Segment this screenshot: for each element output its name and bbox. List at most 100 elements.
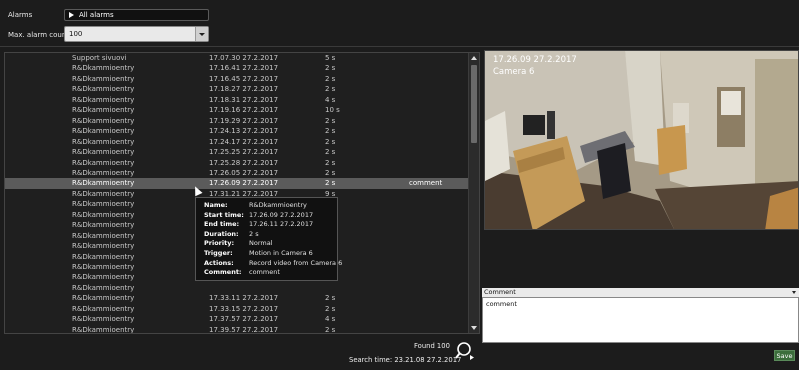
alarm-time-cell: 17.24.13 27.2.2017: [209, 127, 279, 136]
found-count: Found 100: [414, 342, 450, 350]
search-time: Search time: 23.21.08 27.2.2017: [349, 356, 462, 364]
scroll-down-icon[interactable]: [471, 326, 477, 330]
alarm-name-cell: R&Dkammioentry: [72, 252, 135, 261]
scroll-thumb[interactable]: [471, 65, 477, 143]
alarm-duration-cell: 2 s: [325, 158, 336, 167]
alarm-duration-cell: 2 s: [325, 294, 336, 303]
alarm-time-cell: 17.39.57 27.2.2017: [209, 325, 279, 334]
alarm-name-cell: R&Dkammioentry: [72, 127, 135, 136]
alarm-duration-cell: 2 s: [325, 304, 336, 313]
tooltip-comment-value: comment: [249, 268, 280, 277]
alarm-duration-cell: 2 s: [325, 116, 336, 125]
alarm-time-cell: 17.19.29 27.2.2017: [209, 116, 279, 125]
table-row[interactable]: R&Dkammioentry 17.24.13 27.2.2017 2 s: [5, 126, 469, 137]
table-row[interactable]: R&Dkammioentry 17.39.57 27.2.2017 2 s: [5, 325, 469, 334]
tooltip-comment-label: Comment:: [204, 268, 242, 277]
tooltip-trigger-label: Trigger:: [204, 248, 233, 257]
alarm-time-cell: 17.33.11 27.2.2017: [209, 294, 279, 303]
save-button[interactable]: Save: [774, 350, 795, 361]
max-alarm-count-select[interactable]: 100: [64, 26, 209, 42]
table-row[interactable]: R&Dkammioentry 17.16.41 27.2.2017 2 s: [5, 63, 469, 74]
alarm-list[interactable]: R&Dkammioentry17.41.05 27.2.20172 sR&Dka…: [4, 52, 480, 334]
table-row[interactable]: Support sivuovi 17.07.30 27.2.2017 5 s: [5, 53, 469, 64]
alarm-duration-cell: 2 s: [325, 85, 336, 94]
tooltip-priority-label: Priority:: [204, 239, 235, 248]
alarm-name-cell: R&Dkammioentry: [72, 304, 135, 313]
alarm-name-cell: R&Dkammioentry: [72, 64, 135, 73]
alarm-duration-cell: 10 s: [325, 106, 340, 115]
max-alarm-count-value: 100: [69, 30, 83, 38]
alarm-name-cell: R&Dkammioentry: [72, 158, 135, 167]
table-row[interactable]: R&Dkammioentry 17.19.16 27.2.2017 10 s: [5, 105, 469, 116]
alarm-name-cell: R&Dkammioentry: [72, 325, 135, 334]
table-row[interactable]: R&Dkammioentry 17.25.25 27.2.2017 2 s: [5, 147, 469, 158]
tooltip-priority-value: Normal: [249, 239, 273, 248]
alarms-filter-select[interactable]: All alarms: [64, 9, 209, 21]
alarm-name-cell: R&Dkammioentry: [72, 85, 135, 94]
table-row[interactable]: R&Dkammioentry 17.26.09 27.2.2017 2 s comme…: [5, 178, 469, 189]
alarm-time-cell: 17.25.28 27.2.2017: [209, 158, 279, 167]
alarm-name-cell: R&Dkammioentry: [72, 74, 135, 83]
alarm-duration-cell: 2 s: [325, 137, 336, 146]
dropdown-button[interactable]: [195, 27, 208, 41]
divider: [0, 46, 799, 47]
video-camera-name: Camera 6: [493, 67, 535, 77]
alarm-time-cell: 17.37.57 27.2.2017: [209, 315, 279, 324]
list-scrollbar[interactable]: [468, 53, 479, 333]
alarm-name-cell: Support sivuovi: [72, 54, 127, 62]
table-row[interactable]: R&Dkammioentry: [5, 283, 469, 294]
camera-scene: [485, 51, 798, 229]
table-row[interactable]: R&Dkammioentry 17.24.17 27.2.2017 2 s: [5, 137, 469, 148]
alarm-duration-cell: 2 s: [325, 148, 336, 157]
scroll-up-icon[interactable]: [471, 56, 477, 60]
alarm-duration-cell: 2 s: [325, 127, 336, 136]
tooltip-end-value: 17.26.11 27.2.2017: [249, 220, 314, 229]
table-row[interactable]: R&Dkammioentry 17.18.27 27.2.2017 2 s: [5, 84, 469, 95]
table-row[interactable]: R&Dkammioentry 17.33.11 27.2.2017 2 s: [5, 293, 469, 304]
alarm-name-cell: R&Dkammioentry: [72, 148, 135, 157]
table-row[interactable]: R&Dkammioentry 17.25.28 27.2.2017 2 s: [5, 158, 469, 169]
comment-type-value: Comment: [484, 288, 516, 296]
comment-textarea[interactable]: comment: [482, 297, 799, 343]
alarm-time-cell: 17.26.09 27.2.2017: [209, 179, 279, 188]
tooltip-name-value: R&Dkammioentry: [249, 201, 307, 209]
camera-video-view[interactable]: 17.26.09 27.2.2017 Camera 6: [484, 50, 799, 230]
alarms-label: Alarms: [8, 11, 33, 19]
table-row[interactable]: R&Dkammioentry 17.37.57 27.2.2017 4 s: [5, 314, 469, 325]
alarm-name-cell: R&Dkammioentry: [72, 315, 135, 324]
alarm-time-cell: 17.18.31 27.2.2017: [209, 95, 279, 104]
alarm-duration-cell: 2 s: [325, 168, 336, 177]
alarm-duration-cell: 4 s: [325, 95, 336, 104]
alarm-name-cell: R&Dkammioentry: [72, 263, 135, 271]
alarm-name-cell: R&Dkammioentry: [72, 283, 135, 292]
alarm-name-cell: R&Dkammioentry: [72, 210, 135, 219]
tooltip-duration-label: Duration:: [204, 229, 239, 238]
table-row[interactable]: R&Dkammioentry 17.26.05 27.2.2017 2 s: [5, 168, 469, 179]
alarm-time-cell: 17.26.05 27.2.2017: [209, 168, 279, 177]
search-button[interactable]: [455, 341, 475, 361]
table-row[interactable]: R&Dkammioentry 17.19.29 27.2.2017 2 s: [5, 116, 469, 127]
tooltip-duration-value: 2 s: [249, 229, 259, 238]
alarm-time-cell: 17.16.45 27.2.2017: [209, 74, 279, 83]
alarm-name-cell: R&Dkammioentry: [72, 168, 135, 177]
max-alarm-count-label: Max. alarm count: [8, 31, 69, 39]
table-row[interactable]: R&Dkammioentry 17.18.31 27.2.2017 4 s: [5, 95, 469, 106]
alarm-time-cell: 17.24.17 27.2.2017: [209, 137, 279, 146]
alarm-time-cell: 17.19.16 27.2.2017: [209, 106, 279, 115]
table-row[interactable]: R&Dkammioentry 17.16.45 27.2.2017 2 s: [5, 74, 469, 85]
chevron-down-icon: [199, 32, 205, 36]
alarm-name-cell: R&Dkammioentry: [72, 106, 135, 115]
alarm-time-cell: 17.18.27 27.2.2017: [209, 85, 279, 94]
play-icon: [69, 12, 74, 18]
alarm-duration-cell: 2 s: [325, 74, 336, 83]
comment-type-select[interactable]: Comment: [482, 288, 799, 297]
video-timestamp: 17.26.09 27.2.2017: [493, 55, 577, 65]
alarm-name-cell: R&Dkammioentry: [72, 273, 135, 282]
alarm-duration-cell: 2 s: [325, 325, 336, 334]
alarm-name-cell: R&Dkammioentry: [72, 231, 135, 240]
tooltip-trigger-value: Motion in Camera 6: [249, 248, 313, 257]
table-row[interactable]: R&Dkammioentry 17.33.15 27.2.2017 2 s: [5, 304, 469, 315]
search-icon: [455, 342, 474, 360]
alarms-filter-value: All alarms: [79, 11, 114, 19]
alarm-name-cell: R&Dkammioentry: [72, 221, 135, 230]
